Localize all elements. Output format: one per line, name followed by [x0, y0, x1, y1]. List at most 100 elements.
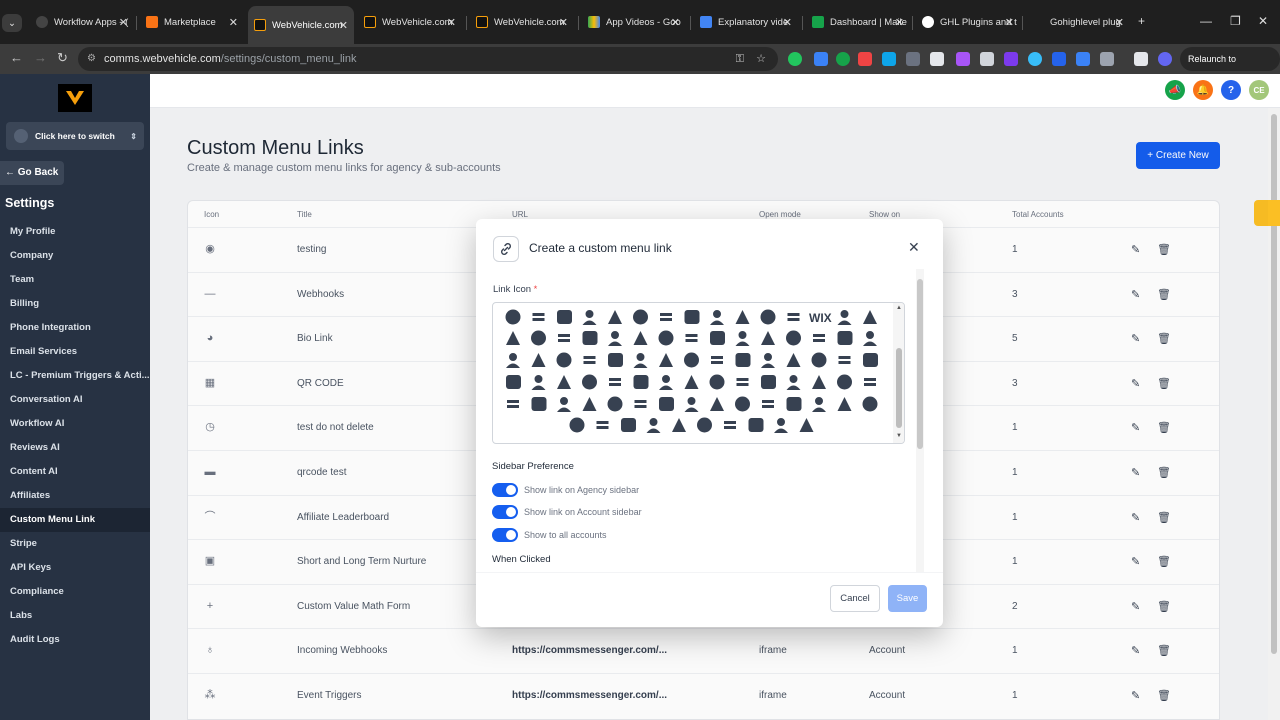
icon-option[interactable] — [762, 400, 774, 408]
icon-option[interactable] — [621, 418, 636, 432]
icon-option[interactable] — [786, 397, 802, 411]
close-tab-icon[interactable]: ✕ — [783, 16, 792, 29]
icon-option[interactable] — [633, 331, 648, 345]
browser-tab[interactable]: Marketplace ✕ — [140, 8, 244, 36]
sidebar-item-email-services[interactable]: Email Services — [0, 340, 150, 364]
icon-option[interactable] — [660, 313, 672, 321]
icon-option[interactable] — [556, 352, 572, 368]
icon-option[interactable] — [811, 352, 827, 368]
icon-option[interactable] — [863, 353, 878, 367]
extension-icon[interactable] — [836, 52, 850, 66]
sidebar-item-my-profile[interactable]: My Profile — [0, 220, 150, 244]
sidebar-item-workflow-ai[interactable]: Workflow AI — [0, 412, 150, 436]
cancel-button[interactable]: Cancel — [830, 585, 880, 612]
agency-sidebar-toggle[interactable] — [492, 483, 518, 497]
sidebar-item-conversation-ai[interactable]: Conversation AI — [0, 388, 150, 412]
close-tab-icon[interactable]: ✕ — [1115, 16, 1124, 29]
maximize-icon[interactable]: ❐ — [1230, 14, 1241, 28]
icon-option[interactable] — [736, 378, 749, 386]
icon-option[interactable] — [608, 310, 622, 324]
close-icon[interactable]: ✕ — [908, 239, 920, 256]
tab-list-button[interactable]: ⌄ — [2, 14, 22, 32]
brand-logo[interactable] — [58, 84, 92, 112]
modal-scrollbar[interactable] — [916, 269, 924, 572]
sidebar-item-team[interactable]: Team — [0, 268, 150, 292]
profile-avatar-icon[interactable] — [1158, 52, 1172, 66]
icon-option[interactable] — [659, 375, 673, 390]
relaunch-button[interactable]: Relaunch to update⋮ — [1180, 47, 1280, 88]
icon-option[interactable] — [748, 418, 764, 432]
account-sidebar-toggle[interactable] — [492, 505, 518, 519]
sidebar-item-reviews-ai[interactable]: Reviews AI — [0, 436, 150, 460]
icon-option[interactable] — [711, 356, 723, 364]
close-tab-icon[interactable]: ✕ — [229, 16, 238, 29]
icon-option[interactable] — [684, 397, 699, 412]
icon-option[interactable] — [633, 309, 648, 325]
icon-option[interactable] — [531, 397, 547, 411]
extension-icon[interactable] — [882, 52, 896, 66]
all-accounts-toggle[interactable] — [492, 528, 518, 542]
extension-icon[interactable] — [1004, 52, 1018, 66]
extension-icon[interactable] — [930, 52, 944, 66]
icon-option[interactable] — [532, 313, 545, 321]
icon-option[interactable] — [863, 331, 877, 346]
close-tab-icon[interactable]: ✕ — [447, 16, 456, 29]
icon-option[interactable] — [724, 421, 736, 429]
icon-option[interactable] — [531, 353, 546, 367]
icon-picker-grid[interactable]: WIX — [493, 303, 893, 444]
minimize-icon[interactable]: — — [1200, 14, 1212, 28]
icon-option[interactable] — [506, 353, 520, 368]
close-tab-icon[interactable]: ✕ — [895, 16, 904, 29]
icon-option[interactable] — [685, 334, 698, 342]
icon-picker[interactable]: WIX ▲ ▼ — [492, 302, 905, 444]
icon-option[interactable] — [813, 334, 825, 342]
icon-option[interactable] — [735, 353, 751, 367]
icon-option[interactable] — [582, 397, 597, 411]
close-tab-icon[interactable]: ✕ — [119, 16, 128, 29]
icon-option[interactable] — [837, 374, 852, 390]
wix-icon[interactable]: WIX — [809, 311, 832, 325]
icon-option[interactable] — [506, 375, 521, 389]
browser-tab[interactable]: GHL Plugins and t ✕ — [916, 8, 1020, 36]
icon-option[interactable] — [684, 352, 699, 368]
icon-option[interactable] — [761, 375, 776, 389]
sidebar-item-custom-menu-link[interactable]: Custom Menu Link — [0, 508, 150, 532]
icon-option[interactable] — [862, 396, 878, 412]
icon-option[interactable] — [633, 353, 648, 368]
extension-icon[interactable] — [814, 52, 828, 66]
extension-icon[interactable] — [1028, 52, 1042, 66]
icon-option[interactable] — [697, 417, 712, 433]
extension-icon[interactable] — [858, 52, 872, 66]
icon-option[interactable] — [558, 334, 570, 342]
sidebar-item-billing[interactable]: Billing — [0, 292, 150, 316]
icon-option[interactable] — [837, 331, 853, 345]
icon-option[interactable] — [812, 397, 826, 412]
icon-option[interactable] — [505, 309, 521, 325]
close-tab-icon[interactable]: ✕ — [339, 19, 348, 32]
icon-option[interactable] — [799, 418, 814, 432]
browser-tab[interactable]: Workflow Apps - (✕ — [30, 8, 134, 36]
save-button[interactable]: Save — [888, 585, 927, 612]
translate-extension-icon[interactable] — [1076, 52, 1090, 66]
side-panel-icon[interactable] — [1134, 52, 1148, 66]
reload-icon[interactable]: ↻ — [57, 50, 68, 66]
icon-option[interactable] — [608, 331, 622, 346]
icon-option[interactable] — [786, 353, 801, 367]
icon-picker-scrollbar[interactable]: ▲ ▼ — [893, 303, 904, 443]
icon-option[interactable] — [760, 309, 776, 325]
announcement-icon[interactable]: 📣 — [1165, 80, 1185, 100]
icon-option[interactable] — [735, 396, 750, 412]
icon-option[interactable] — [506, 331, 520, 345]
icon-option[interactable] — [735, 310, 750, 324]
icon-option[interactable] — [710, 331, 725, 345]
icon-option[interactable] — [812, 375, 826, 389]
icon-option[interactable] — [609, 378, 621, 386]
icon-option[interactable] — [838, 356, 851, 364]
icon-option[interactable] — [786, 375, 801, 390]
icon-option[interactable] — [633, 375, 649, 389]
icon-option[interactable] — [761, 331, 775, 345]
grammarly-extension-icon[interactable] — [788, 52, 802, 66]
icon-option[interactable] — [569, 417, 585, 433]
icon-option[interactable] — [658, 330, 674, 346]
forward-icon[interactable]: → — [34, 50, 47, 65]
